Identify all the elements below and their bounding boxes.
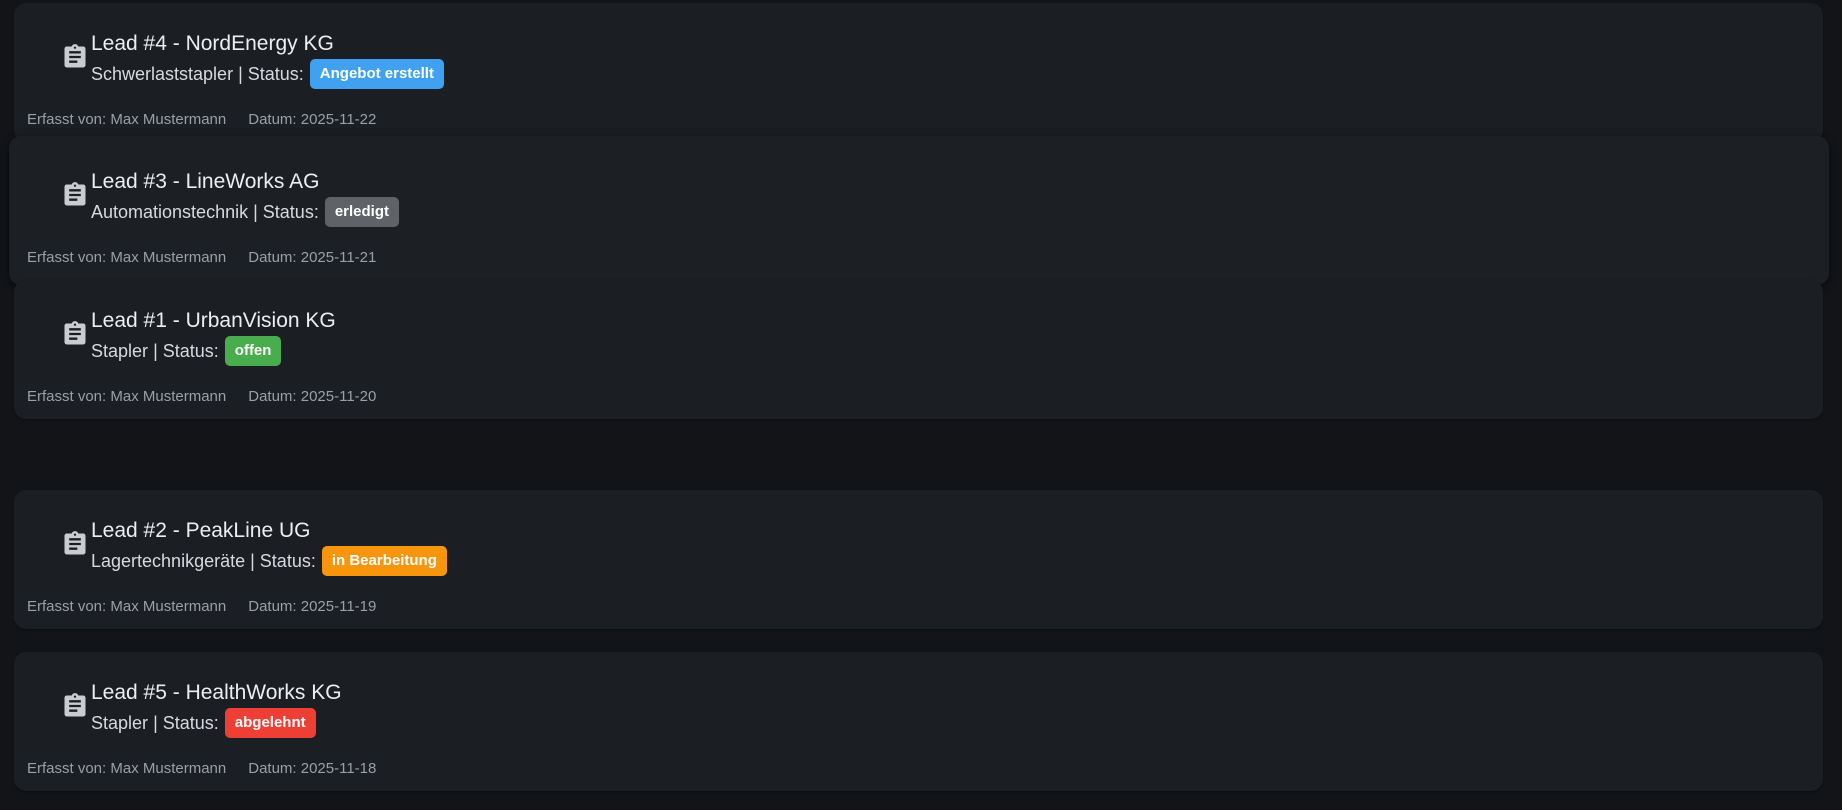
lead-card[interactable]: Lead #5 - HealthWorks KG Stapler | Statu… [14, 652, 1823, 791]
status-label: | Status: [153, 341, 219, 361]
status-label: | Status: [250, 551, 316, 571]
clipboard-icon [64, 182, 86, 206]
lead-product: Stapler [91, 341, 149, 361]
clipboard-icon [64, 44, 86, 68]
lead-meta: Erfasst von: Max Mustermann Datum: 2025-1… [27, 760, 376, 778]
status-badge: erledigt [324, 197, 400, 227]
lead-product: Lagertechnikgeräte [91, 551, 246, 571]
lead-card[interactable]: Lead #3 - LineWorks AG Automationstechni… [9, 136, 1829, 285]
lead-meta: Erfasst von: Max Mustermann Datum: 2025-1… [27, 111, 376, 129]
lead-date: Datum: 2025-11-22 [248, 111, 377, 128]
lead-author: Erfasst von: Max Mustermann [27, 598, 227, 615]
lead-card[interactable]: Lead #4 - NordEnergy KG Schwerlaststaple… [14, 3, 1823, 142]
status-label: | Status: [238, 64, 304, 84]
clipboard-icon [64, 693, 86, 717]
lead-author: Erfasst von: Max Mustermann [27, 111, 227, 128]
lead-date: Datum: 2025-11-20 [248, 388, 377, 405]
lead-product: Stapler [91, 713, 149, 733]
lead-date: Datum: 2025-11-19 [248, 598, 377, 615]
lead-product: Schwerlaststapler [91, 64, 234, 84]
status-label: | Status: [153, 713, 219, 733]
lead-author: Erfasst von: Max Mustermann [27, 388, 227, 405]
lead-meta: Erfasst von: Max Mustermann Datum: 2025-1… [27, 249, 376, 267]
lead-date: Datum: 2025-11-21 [248, 249, 377, 266]
lead-card[interactable]: Lead #2 - PeakLine UG Lagertechnikgeräte… [14, 490, 1823, 629]
lead-list: Lead #4 - NordEnergy KG Schwerlaststaple… [0, 0, 1842, 810]
lead-title: Lead #3 - LineWorks AG [91, 170, 320, 193]
status-badge: offen [224, 336, 282, 366]
lead-title: Lead #1 - UrbanVision KG [91, 309, 336, 332]
lead-product: Automationstechnik [91, 202, 249, 222]
lead-meta: Erfasst von: Max Mustermann Datum: 2025-1… [27, 598, 376, 616]
lead-date: Datum: 2025-11-18 [248, 760, 377, 777]
status-badge: Angebot erstellt [309, 59, 444, 89]
status-badge: abgelehnt [224, 708, 316, 738]
status-badge: in Bearbeitung [321, 546, 447, 576]
lead-author: Erfasst von: Max Mustermann [27, 760, 227, 777]
lead-title: Lead #4 - NordEnergy KG [91, 32, 334, 55]
lead-title: Lead #2 - PeakLine UG [91, 519, 311, 542]
lead-subtitle: Schwerlaststapler | Status: Angebot erst… [91, 59, 444, 89]
clipboard-icon [64, 321, 86, 345]
lead-card[interactable]: Lead #1 - UrbanVision KG Stapler | Statu… [14, 280, 1823, 419]
lead-subtitle: Lagertechnikgeräte | Status: in Bearbeit… [91, 546, 447, 576]
lead-title: Lead #5 - HealthWorks KG [91, 681, 342, 704]
lead-meta: Erfasst von: Max Mustermann Datum: 2025-1… [27, 388, 376, 406]
lead-subtitle: Stapler | Status: abgelehnt [91, 708, 316, 738]
status-label: | Status: [253, 202, 319, 222]
clipboard-icon [64, 531, 86, 555]
lead-subtitle: Automationstechnik | Status: erledigt [91, 197, 400, 227]
lead-subtitle: Stapler | Status: offen [91, 336, 282, 366]
lead-author: Erfasst von: Max Mustermann [27, 249, 227, 266]
